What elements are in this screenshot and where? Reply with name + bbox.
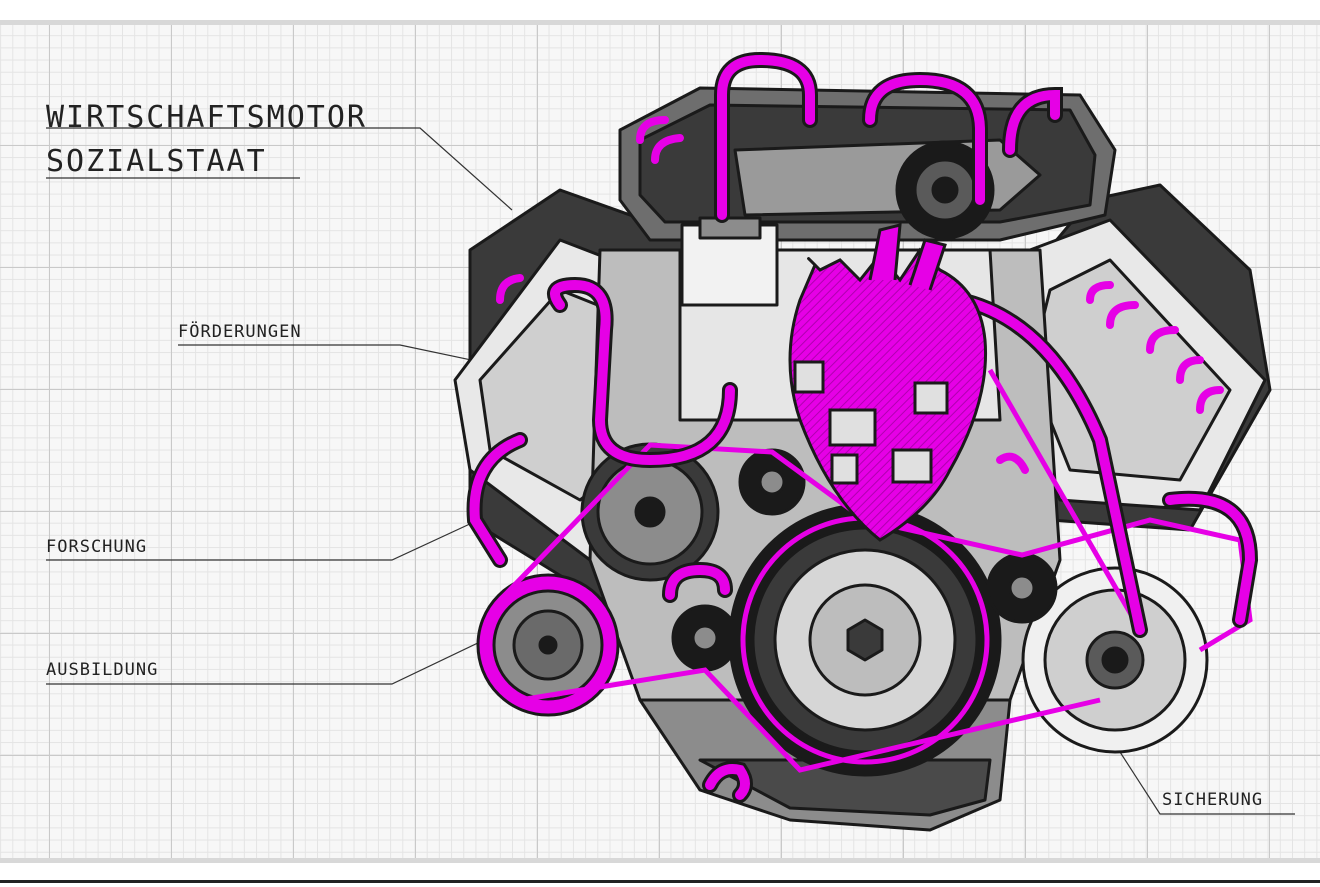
title-line-1: WIRTSCHAFTSMOTOR xyxy=(46,100,367,135)
diagram-title: WIRTSCHAFTSMOTOR SOZIALSTAAT xyxy=(46,96,367,184)
heart-photo-5 xyxy=(891,448,933,484)
label-sicherung: SICHERUNG xyxy=(1162,790,1264,810)
heart-photo-2 xyxy=(913,381,949,415)
illustration-frame: WIRTSCHAFTSMOTOR SOZIALSTAAT FÖRDERUNGEN… xyxy=(0,0,1320,887)
title-line-2: SOZIALSTAAT xyxy=(46,144,267,179)
label-foerderungen: FÖRDERUNGEN xyxy=(178,322,302,342)
heart-photo-1 xyxy=(793,360,825,394)
label-forschung: FORSCHUNG xyxy=(46,537,148,557)
label-ausbildung: AUSBILDUNG xyxy=(46,660,159,680)
heart-photo-3 xyxy=(828,408,877,447)
bottom-rule xyxy=(0,880,1320,883)
heart-photo-4 xyxy=(830,453,859,485)
